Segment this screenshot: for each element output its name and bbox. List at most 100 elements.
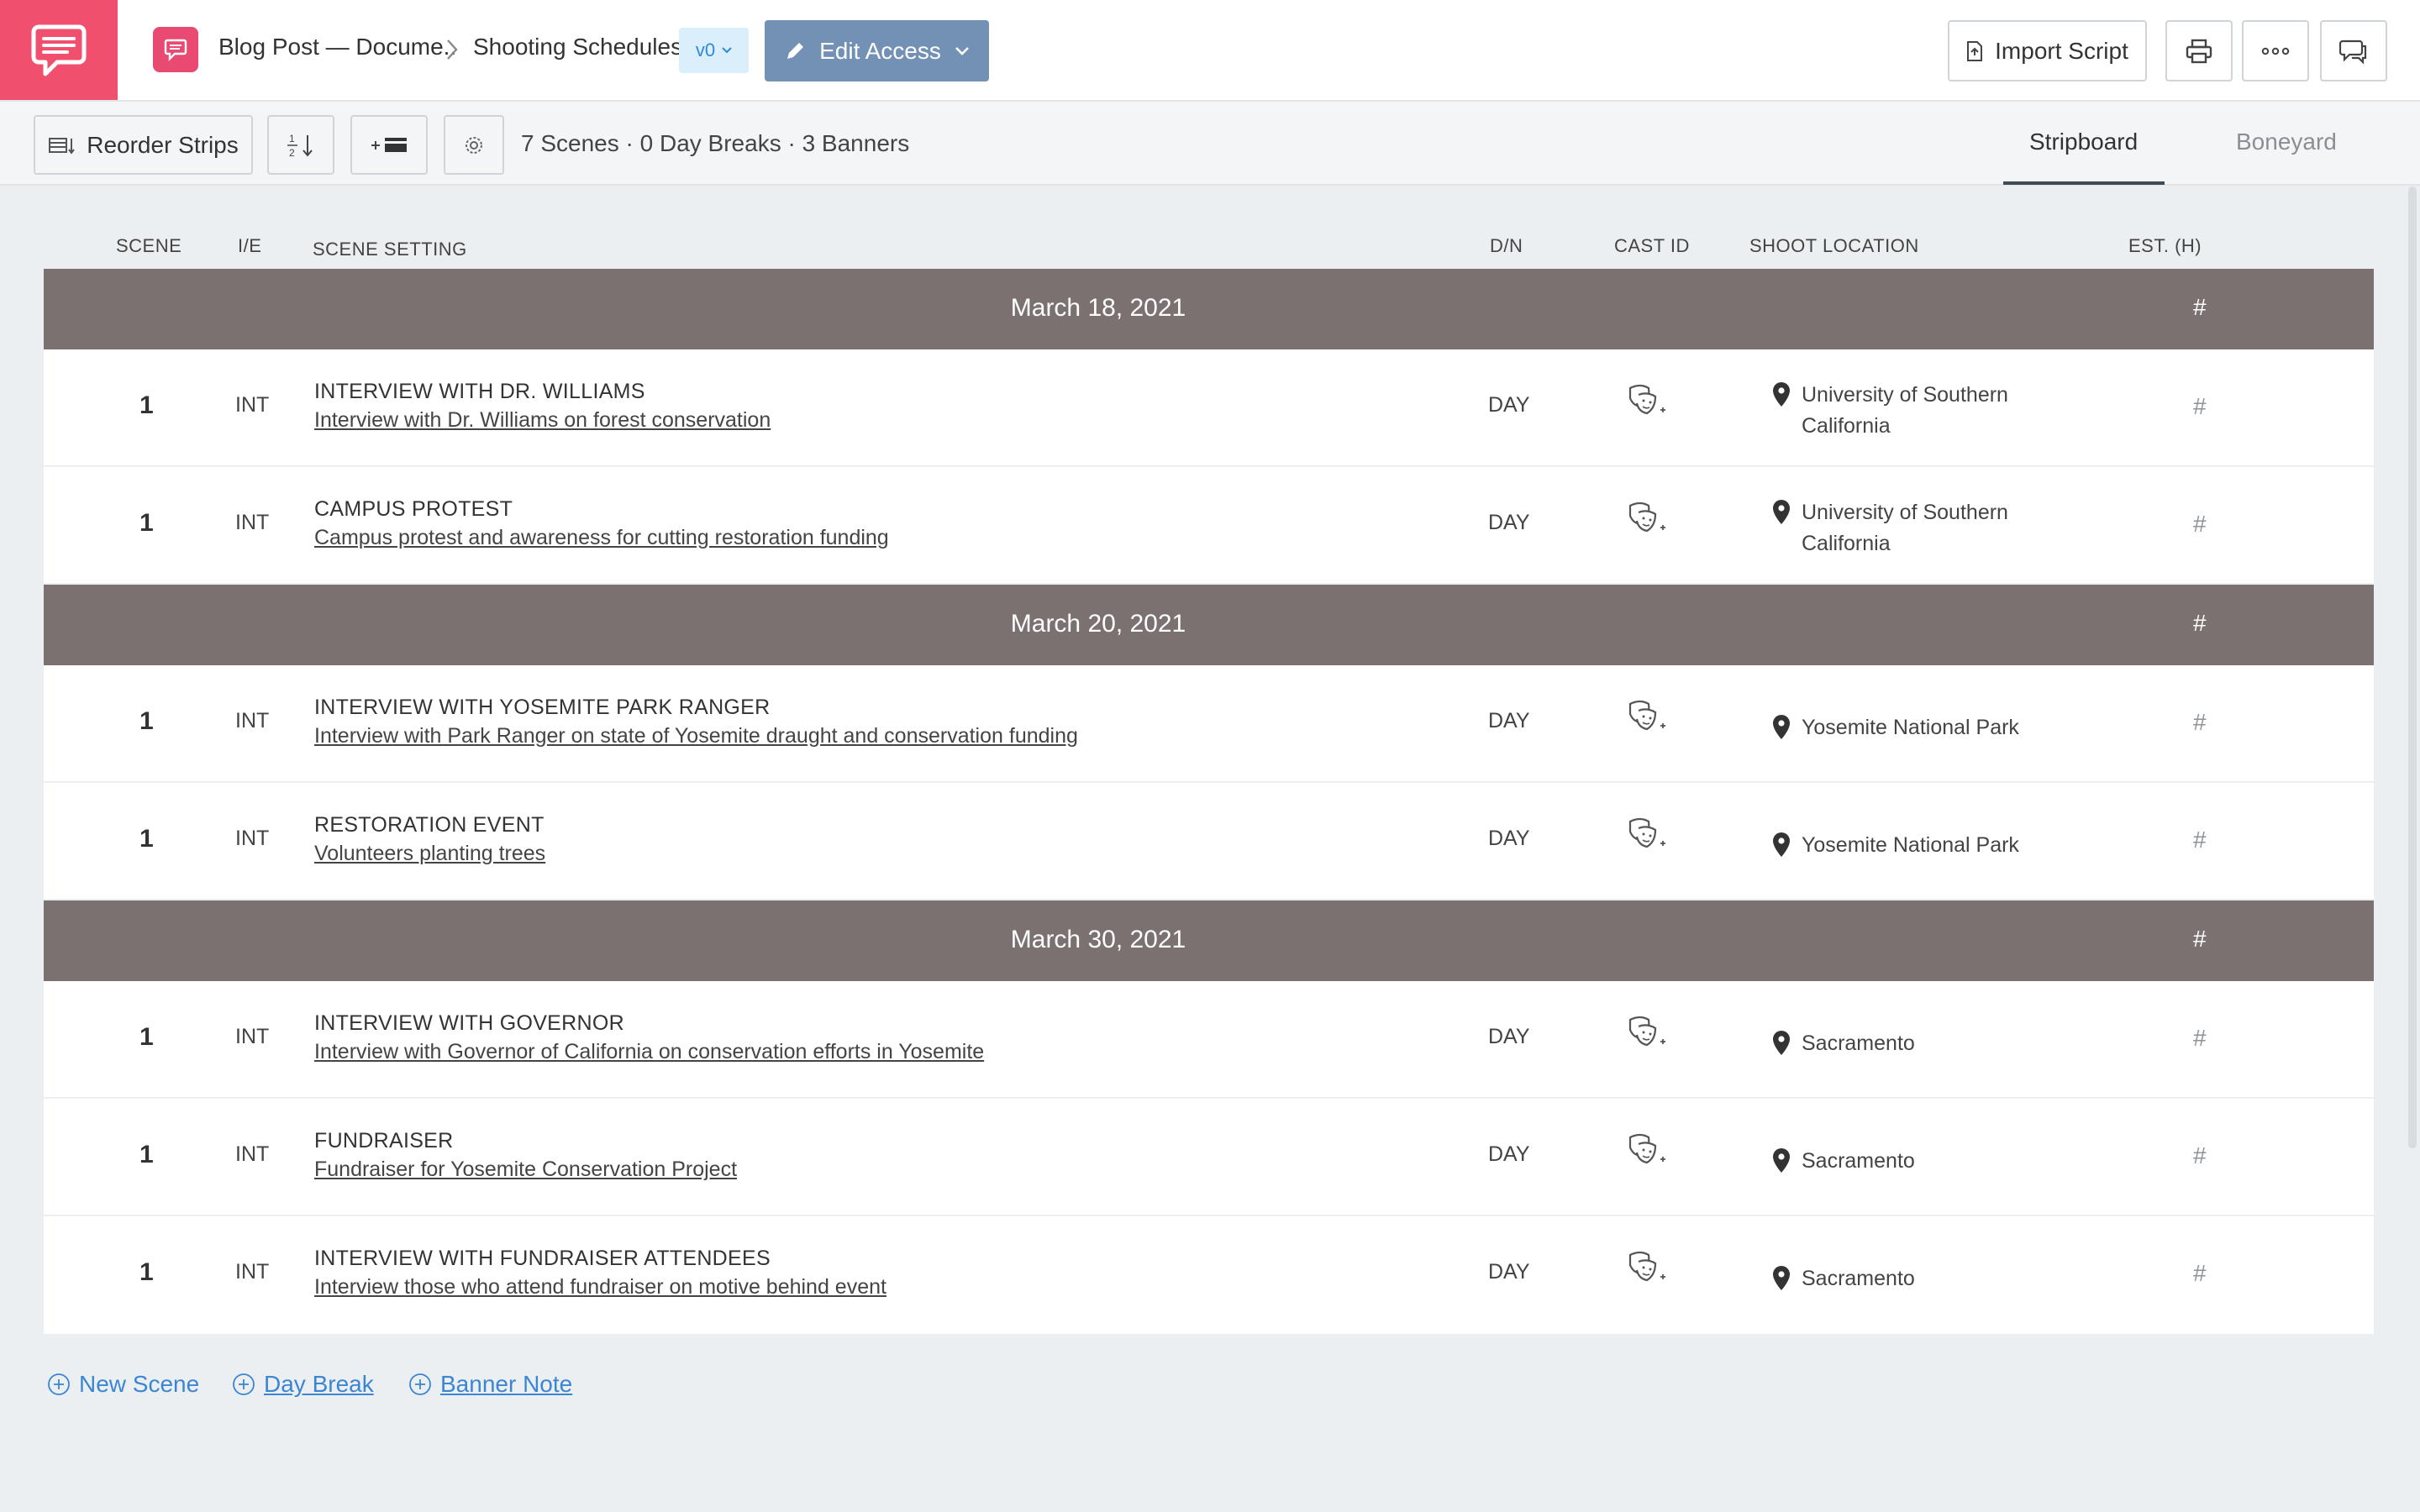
vertical-scrollbar[interactable] [2408, 186, 2417, 1148]
comments-button[interactable] [2320, 20, 2387, 81]
column-header-scene[interactable]: SCENE [116, 235, 182, 257]
location-pin-icon [1773, 832, 1790, 857]
shoot-location[interactable]: University of Southern California [1766, 497, 2035, 559]
chat-bubble-icon [164, 39, 187, 61]
scene-day-night: DAY [1488, 827, 1530, 850]
new-scene-label: New Scene [79, 1371, 200, 1397]
add-cast-button[interactable] [1625, 499, 1669, 545]
plus-circle-icon [409, 1373, 431, 1395]
scene-day-night: DAY [1488, 511, 1530, 534]
breadcrumb-page[interactable]: Shooting Schedules [473, 34, 682, 60]
add-cast-button[interactable] [1625, 815, 1669, 861]
banner-date: March 30, 2021 [1010, 926, 1186, 953]
scene-strip[interactable]: 1 INT FUNDRAISER Fundraiser for Yosemite… [44, 1099, 2374, 1216]
scene-title: INTERVIEW WITH GOVERNOR [314, 1011, 624, 1035]
scene-description[interactable]: Interview with Park Ranger on state of Y… [314, 724, 1078, 748]
breadcrumb-project[interactable]: Blog Post — Docume.. [218, 34, 456, 60]
scene-description[interactable]: Interview those who attend fundraiser on… [314, 1275, 886, 1299]
chevron-right-icon [447, 39, 458, 60]
add-cast-button[interactable] [1625, 381, 1669, 428]
column-header-dn[interactable]: D/N [1490, 235, 1523, 257]
scene-strip[interactable]: 1 INT INTERVIEW WITH FUNDRAISER ATTENDEE… [44, 1216, 2374, 1334]
scene-strip[interactable]: 1 INT CAMPUS PROTEST Campus protest and … [44, 467, 2374, 585]
estimated-hours[interactable]: # [2193, 511, 2207, 538]
location-name: Sacramento [1802, 1149, 1915, 1173]
import-script-button[interactable]: Import Script [1948, 20, 2147, 81]
day-break-link[interactable]: Day Break [232, 1371, 374, 1398]
shoot-location[interactable]: Sacramento [1766, 1263, 2035, 1294]
edit-access-button[interactable]: Edit Access [765, 20, 989, 81]
theater-masks-icon [1628, 501, 1665, 533]
gear-icon [466, 136, 482, 154]
settings-button[interactable] [444, 115, 504, 175]
day-banner[interactable]: March 20, 2021 # [44, 585, 2374, 665]
estimated-hours[interactable]: # [2193, 1260, 2207, 1287]
shoot-location[interactable]: Yosemite National Park [1766, 830, 2035, 861]
banner-est[interactable]: # [2193, 926, 2207, 953]
estimated-hours[interactable]: # [2193, 1142, 2207, 1169]
scene-description[interactable]: Campus protest and awareness for cutting… [314, 526, 889, 550]
add-strip-button[interactable] [350, 115, 428, 175]
scene-title: FUNDRAISER [314, 1129, 454, 1152]
scene-description[interactable]: Fundraiser for Yosemite Conservation Pro… [314, 1158, 737, 1182]
estimated-hours[interactable]: # [2193, 393, 2207, 420]
scene-ie: INT [235, 1142, 270, 1166]
sort-button[interactable]: 1 2 [267, 115, 334, 175]
shoot-location[interactable]: Yosemite National Park [1766, 712, 2035, 743]
scene-day-night: DAY [1488, 709, 1530, 732]
scene-strip[interactable]: 1 INT INTERVIEW WITH YOSEMITE PARK RANGE… [44, 665, 2374, 783]
column-header-cast[interactable]: CAST ID [1614, 235, 1690, 257]
scene-ie: INT [235, 827, 270, 850]
scene-description[interactable]: Interview with Governor of California on… [314, 1040, 984, 1064]
location-name: Sacramento [1802, 1267, 1915, 1290]
estimated-hours[interactable]: # [2193, 827, 2207, 853]
scene-description[interactable]: Volunteers planting trees [314, 842, 545, 866]
scene-number: 1 [139, 707, 154, 735]
location-name: Yosemite National Park [1802, 833, 2019, 857]
pencil-icon [787, 42, 804, 59]
more-options-button[interactable] [2242, 20, 2309, 81]
scene-strip[interactable]: 1 INT INTERVIEW WITH GOVERNOR Interview … [44, 981, 2374, 1099]
scene-ie: INT [235, 393, 270, 417]
tab-boneyard[interactable]: Boneyard [2236, 129, 2337, 155]
column-header-est[interactable]: EST. (H) [2128, 235, 2202, 257]
add-cast-button[interactable] [1625, 1248, 1669, 1294]
reorder-strips-button[interactable]: Reorder Strips [34, 115, 253, 175]
day-banner[interactable]: March 18, 2021 # [44, 269, 2374, 349]
sort-numeric-icon: 1 2 [287, 133, 313, 159]
banner-est[interactable]: # [2193, 294, 2207, 321]
banner-note-label: Banner Note [440, 1371, 573, 1397]
column-header-ie[interactable]: I/E [238, 235, 261, 257]
shoot-location[interactable]: Sacramento [1766, 1146, 2035, 1177]
svg-text:1: 1 [289, 133, 295, 144]
add-cast-button[interactable] [1625, 1013, 1669, 1059]
shoot-location[interactable]: Sacramento [1766, 1028, 2035, 1059]
import-script-label: Import Script [1995, 37, 2128, 64]
day-break-label: Day Break [264, 1371, 374, 1397]
svg-text:2: 2 [289, 147, 295, 159]
scene-description[interactable]: Interview with Dr. Williams on forest co… [314, 408, 771, 433]
scene-title: RESTORATION EVENT [314, 813, 544, 837]
add-cast-button[interactable] [1625, 697, 1669, 743]
plus-circle-icon [233, 1373, 255, 1395]
estimated-hours[interactable]: # [2193, 1025, 2207, 1052]
theater-masks-icon [1628, 1251, 1665, 1282]
banner-est[interactable]: # [2193, 610, 2207, 637]
scene-strip[interactable]: 1 INT INTERVIEW WITH DR. WILLIAMS Interv… [44, 349, 2374, 467]
banner-date: March 18, 2021 [1010, 294, 1186, 322]
app-logo[interactable] [0, 0, 118, 100]
print-button[interactable] [2165, 20, 2233, 81]
tab-stripboard[interactable]: Stripboard [2029, 129, 2138, 155]
estimated-hours[interactable]: # [2193, 709, 2207, 736]
scene-day-night: DAY [1488, 1025, 1530, 1048]
new-scene-link[interactable]: New Scene [47, 1371, 199, 1398]
project-icon[interactable] [153, 27, 198, 72]
banner-note-link[interactable]: Banner Note [408, 1371, 572, 1398]
day-banner[interactable]: March 30, 2021 # [44, 900, 2374, 981]
shoot-location[interactable]: University of Southern California [1766, 380, 2035, 442]
scene-strip[interactable]: 1 INT RESTORATION EVENT Volunteers plant… [44, 783, 2374, 900]
add-cast-button[interactable] [1625, 1131, 1669, 1177]
column-header-setting[interactable]: SCENE SETTING [313, 239, 467, 260]
column-header-location[interactable]: SHOOT LOCATION [1749, 235, 1919, 257]
version-dropdown[interactable]: v0 [679, 28, 749, 73]
